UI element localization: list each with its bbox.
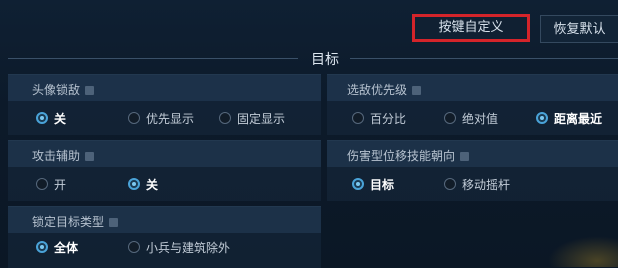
radio-icon [128,241,140,253]
section-header: 目标 [0,47,618,69]
info-icon[interactable] [109,218,119,227]
section-title: 目标 [311,52,339,68]
panel-avatar-lock: 头像锁敌 关 优先显示 固定显示 [8,74,321,135]
radio-icon [444,178,456,190]
radio-icon [128,112,140,124]
radio-selected-icon [36,241,48,253]
info-icon[interactable] [85,152,95,161]
radio-icon [352,112,364,124]
corner-glow [548,236,618,267]
avatar-lock-label: 头像锁敌 [32,81,95,98]
panel-lock-target-type: 锁定目标类型 全体 小兵与建筑除外 [8,206,321,268]
panel-enemy-priority: 选敌优先级 百分比 绝对值 距离最近 [327,74,618,135]
skill-direction-label: 伤害型位移技能朝向 [347,147,470,164]
custom-keys-button[interactable]: 按键自定义 [412,14,530,42]
radio-selected-icon [128,178,140,190]
info-icon[interactable] [85,86,95,95]
divider [8,58,298,59]
attack-assist-label: 攻击辅助 [32,147,95,164]
info-icon[interactable] [412,86,422,95]
panel-skill-direction: 伤害型位移技能朝向 目标 移动摇杆 [327,140,618,201]
enemy-priority-label: 选敌优先级 [347,81,422,98]
radio-selected-icon [536,112,548,124]
info-icon[interactable] [460,152,470,161]
lock-target-type-label: 锁定目标类型 [32,213,119,230]
radio-icon [219,112,231,124]
radio-selected-icon [36,112,48,124]
radio-icon [36,178,48,190]
radio-icon [444,112,456,124]
divider [350,58,618,59]
radio-selected-icon [352,178,364,190]
reset-default-button[interactable]: 恢复默认 [540,15,618,43]
panel-attack-assist: 攻击辅助 开 关 [8,140,321,201]
